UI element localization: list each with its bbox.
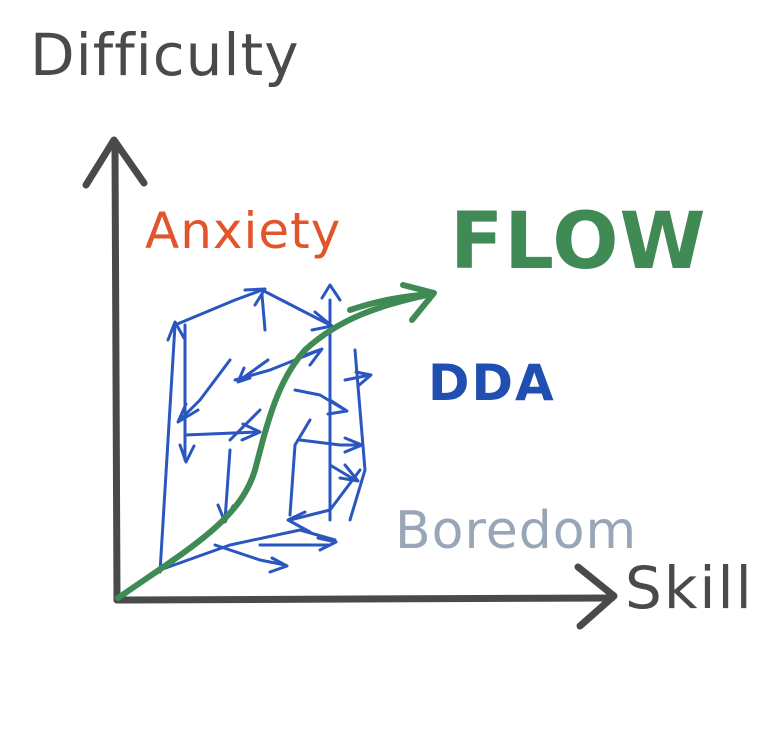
flow-curve — [115, 291, 435, 601]
y-axis-line — [111, 144, 121, 604]
dda-arrow — [173, 288, 264, 327]
anxiety-label: Anxiety — [145, 202, 341, 260]
dda-arrowhead — [320, 283, 342, 302]
dda-arrow — [288, 418, 312, 517]
dda-arrow — [260, 288, 332, 327]
dda-arrow — [260, 293, 267, 332]
flow-channel — [115, 282, 437, 601]
dda-arrowhead — [178, 443, 196, 464]
x-axis-label: Skill — [625, 554, 754, 622]
flow-label: FLOW — [450, 197, 707, 287]
dda-label: DDA — [428, 354, 556, 412]
x-axis-line — [113, 594, 616, 604]
flow-diagram: Difficulty Skill Anxiety FLOW DDA Boredo… — [30, 21, 754, 630]
dda-arrow — [213, 543, 287, 567]
dda-arrow — [158, 323, 177, 574]
dda-arrow — [183, 430, 260, 437]
boredom-label: Boredom — [395, 501, 637, 561]
dda-arrow — [178, 358, 232, 422]
y-axis-label: Difficulty — [30, 21, 300, 89]
flow-diagram-canvas: Difficulty Skill Anxiety FLOW DDA Boredo… — [0, 0, 775, 737]
dda-arrow — [293, 388, 347, 412]
